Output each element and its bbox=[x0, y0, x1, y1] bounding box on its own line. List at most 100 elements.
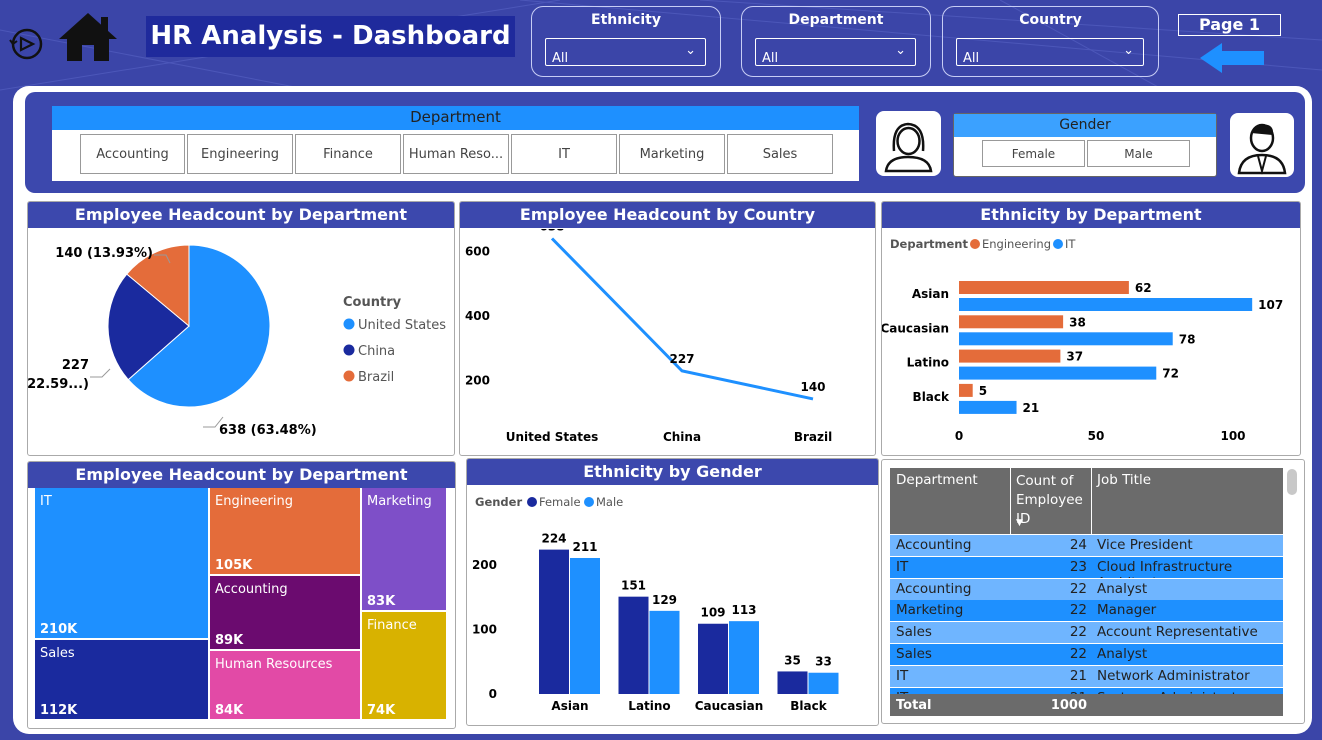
data-label: 140 bbox=[800, 380, 825, 394]
slicer-chip-marketing[interactable]: Marketing bbox=[619, 134, 725, 174]
table-cell: Marketing bbox=[896, 602, 964, 618]
legend-title: Country bbox=[343, 295, 402, 310]
chevron-down-icon: ⌄ bbox=[1123, 43, 1134, 58]
bar bbox=[777, 671, 808, 694]
country-dropdown[interactable]: All ⌄ bbox=[956, 38, 1144, 66]
x-tick-label: Caucasian bbox=[695, 699, 764, 713]
filter-label: Ethnicity bbox=[591, 12, 661, 28]
table-cell: Manager bbox=[1097, 602, 1157, 618]
x-tick-label: 100 bbox=[1220, 429, 1245, 443]
department-dropdown[interactable]: All ⌄ bbox=[755, 38, 916, 66]
line-chart: 200 400 600 638 United States 227 China 140 Braz… bbox=[465, 229, 832, 444]
data-label: 37 bbox=[1066, 350, 1083, 364]
female-avatar-icon bbox=[876, 111, 941, 176]
y-tick-label: Asian bbox=[912, 287, 949, 301]
data-label: 107 bbox=[1258, 298, 1283, 312]
cell-label: Finance bbox=[367, 618, 417, 633]
table-cell: IT bbox=[896, 559, 909, 575]
sort-descending-icon[interactable]: ▼ bbox=[1016, 518, 1023, 528]
y-tick-label: 600 bbox=[465, 245, 490, 259]
col-job-title-header[interactable]: Job Title bbox=[1097, 472, 1151, 488]
y-tick-label: Latino bbox=[907, 356, 949, 370]
gender-slicer-title: Gender bbox=[954, 114, 1216, 137]
slicer-chip-male[interactable]: Male bbox=[1087, 140, 1190, 167]
slicer-chip-it[interactable]: IT bbox=[511, 134, 617, 174]
slicer-chip-sales[interactable]: Sales bbox=[727, 134, 833, 174]
y-tick-label: 0 bbox=[489, 687, 497, 701]
series-line bbox=[550, 237, 814, 401]
refresh-icon[interactable] bbox=[9, 26, 45, 62]
table-row[interactable]: IT 21 Network Administrator bbox=[890, 666, 1283, 687]
legend-marker bbox=[343, 318, 355, 330]
table-header: Department Count of Employee ID ▼ Job Ti… bbox=[890, 468, 1283, 534]
total-label: Total bbox=[896, 698, 932, 713]
chevron-down-icon: ⌄ bbox=[685, 43, 696, 58]
treemap-cell-marketing[interactable]: Marketing 83K bbox=[362, 488, 448, 612]
filter-label: Country bbox=[1019, 12, 1082, 28]
bar bbox=[959, 281, 1129, 294]
ethnicity-by-gender-panel: Ethnicity by Gender Gender Female Male 0 100… bbox=[466, 458, 879, 726]
back-arrow-icon[interactable] bbox=[1200, 43, 1264, 73]
col-department-header[interactable]: Department bbox=[896, 472, 978, 488]
table-row[interactable]: Accounting 24 Vice President bbox=[890, 535, 1283, 556]
x-tick-label: Brazil bbox=[794, 430, 832, 444]
bar bbox=[729, 621, 759, 694]
cell-value: 210K bbox=[40, 622, 78, 637]
y-tick-label: 200 bbox=[465, 374, 490, 388]
table-cell: Accounting bbox=[896, 537, 972, 553]
slicer-chip-accounting[interactable]: Accounting bbox=[80, 134, 185, 174]
col-count-header[interactable]: Count of Employee ID bbox=[1016, 472, 1092, 529]
bar bbox=[539, 549, 569, 694]
table-scrollbar[interactable] bbox=[1287, 469, 1297, 495]
page-title: HR Analysis - Dashboard bbox=[146, 16, 515, 57]
table-row[interactable]: Sales 22 Account Representative bbox=[890, 622, 1283, 643]
ethnicity-dropdown[interactable]: All ⌄ bbox=[545, 38, 706, 66]
x-tick-label: China bbox=[663, 430, 701, 444]
slicer-chip-human-resources[interactable]: Human Reso... bbox=[403, 134, 509, 174]
table-row[interactable]: Accounting 22 Analyst bbox=[890, 579, 1283, 600]
chart-title: Ethnicity by Gender bbox=[467, 459, 878, 485]
bar bbox=[959, 298, 1253, 311]
filter-label: Department bbox=[788, 12, 884, 28]
table-cell: Analyst bbox=[1097, 646, 1148, 662]
pie-data-label: (22.59...) bbox=[28, 377, 89, 392]
x-tick-label: Black bbox=[790, 699, 827, 713]
pie-data-label: 638 (63.48%) bbox=[219, 423, 317, 438]
treemap-cell-sales[interactable]: Sales 112K bbox=[35, 640, 210, 721]
bar bbox=[959, 349, 1061, 363]
table-row[interactable]: Sales 22 Analyst bbox=[890, 644, 1283, 665]
y-tick-label: Caucasian bbox=[882, 321, 949, 335]
legend-label: Brazil bbox=[358, 370, 394, 385]
data-label: 227 bbox=[669, 352, 694, 366]
cell-label: Marketing bbox=[367, 494, 432, 509]
treemap-cell-engineering[interactable]: Engineering 105K bbox=[210, 488, 362, 576]
cell-value: 84K bbox=[215, 703, 244, 718]
table-cell: Account Representative bbox=[1097, 624, 1258, 640]
y-tick-label: 400 bbox=[465, 309, 490, 323]
ethnicity-filter[interactable]: Ethnicity All ⌄ bbox=[531, 6, 721, 77]
pie-data-label: 140 (13.93%) bbox=[55, 246, 153, 261]
treemap-cell-finance[interactable]: Finance 74K bbox=[362, 612, 448, 721]
cell-label: IT bbox=[40, 494, 52, 509]
table-row[interactable]: Marketing 22 Manager bbox=[890, 600, 1283, 621]
data-label: 78 bbox=[1179, 332, 1196, 346]
country-filter[interactable]: Country All ⌄ bbox=[942, 6, 1159, 77]
department-filter[interactable]: Department All ⌄ bbox=[741, 6, 931, 77]
bar bbox=[649, 610, 680, 694]
treemap-cell-human-resources[interactable]: Human Resources 84K bbox=[210, 651, 362, 721]
table-row[interactable]: IT 23 Cloud Infrastructure Architect bbox=[890, 557, 1283, 578]
table-cell: 23 bbox=[1069, 559, 1087, 575]
bar bbox=[959, 366, 1157, 380]
home-icon[interactable] bbox=[57, 11, 119, 63]
slicer-chip-finance[interactable]: Finance bbox=[295, 134, 401, 174]
vbar-chart: Gender Female Male 0 100 200 224 211 Asian 151 129… bbox=[472, 495, 839, 713]
table-cell: Network Administrator bbox=[1097, 668, 1250, 684]
x-tick-label: United States bbox=[506, 430, 599, 444]
slicer-chip-engineering[interactable]: Engineering bbox=[187, 134, 293, 174]
treemap-cell-it[interactable]: IT 210K bbox=[35, 488, 210, 640]
slicer-chip-female[interactable]: Female bbox=[982, 140, 1085, 167]
cell-value: 112K bbox=[40, 703, 78, 718]
cell-label: Sales bbox=[40, 646, 75, 661]
data-label: 5 bbox=[979, 384, 987, 398]
treemap-cell-accounting[interactable]: Accounting 89K bbox=[210, 576, 362, 651]
